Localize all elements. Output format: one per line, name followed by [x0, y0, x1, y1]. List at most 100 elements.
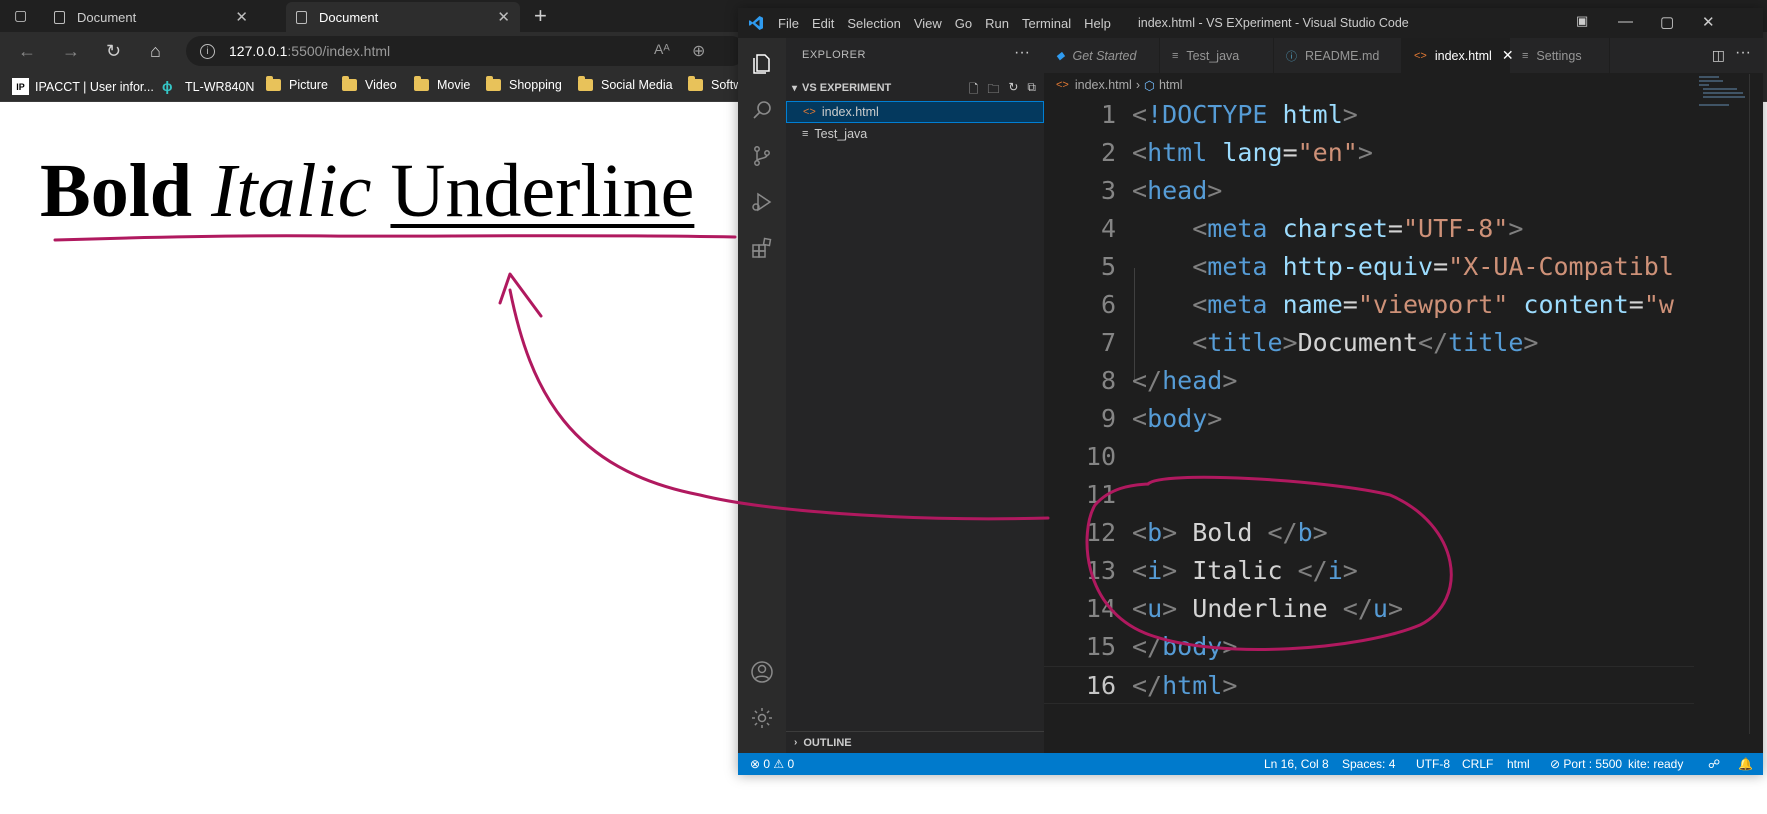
menu-run[interactable]: Run [985, 16, 1009, 31]
close-tab-icon[interactable]: ✕ [497, 8, 510, 26]
settings-gear-icon[interactable] [750, 706, 774, 730]
source-control-icon[interactable] [750, 144, 774, 168]
run-debug-icon[interactable] [750, 190, 774, 214]
split-editor-icon[interactable]: ◫ [1712, 47, 1725, 64]
plus-icon[interactable]: + [534, 3, 547, 29]
code-editor[interactable]: 1 <!DOCTYPE html> 2 <html lang="en"> 3 <hea… [1044, 96, 1694, 704]
menu-help[interactable]: Help [1084, 16, 1111, 31]
url-path: :5500/index.html [287, 43, 391, 59]
code-token: i [1327, 556, 1343, 585]
title-bar: File Edit Selection View Go Run Terminal… [738, 8, 1763, 38]
account-icon[interactable] [750, 660, 774, 684]
tab-readme[interactable]: ⓘ README.md [1274, 38, 1402, 73]
forward-icon[interactable]: → [62, 41, 80, 62]
browser-tab[interactable]: Document ✕ [44, 2, 258, 32]
code-token: charset [1282, 214, 1388, 243]
new-folder-icon[interactable]: 🗀 [987, 80, 999, 101]
bookmark-movie[interactable]: Movie [414, 76, 470, 92]
search-icon[interactable] [750, 98, 774, 122]
settings-list-icon: ≡ [1522, 49, 1529, 62]
extensions-icon[interactable] [750, 236, 774, 260]
tab-test-java[interactable]: ≡ Test_java [1160, 38, 1274, 73]
refresh-explorer-icon[interactable]: ↻ [1008, 80, 1018, 101]
chevron-down-icon: ▾ [792, 82, 798, 94]
breadcrumb-file[interactable]: index.html [1075, 78, 1132, 92]
explorer-icon[interactable] [750, 52, 774, 76]
folder-icon [266, 76, 281, 91]
bookmark-social-media[interactable]: Social Media [578, 76, 673, 92]
more-actions-icon[interactable]: ··· [1735, 44, 1751, 62]
outline-section[interactable]: › OUTLINE [786, 731, 1044, 753]
cursor-position[interactable]: Ln 16, Col 8 [1264, 757, 1329, 771]
tab-get-started[interactable]: ◆ Get Started [1044, 38, 1160, 73]
code-token: "viewport" [1357, 290, 1509, 319]
document-icon [54, 10, 65, 24]
bookmark-software[interactable]: Softw [688, 76, 742, 92]
tplink-logo: ϕ [162, 78, 173, 94]
code-token: html [1147, 138, 1208, 167]
menu-file[interactable]: File [778, 16, 799, 31]
eol-status[interactable]: CRLF [1462, 757, 1493, 771]
file-item-index-html[interactable]: <> index.html [786, 101, 1044, 123]
bookmark-video[interactable]: Video [342, 76, 397, 92]
back-icon[interactable]: ← [18, 41, 36, 62]
bookmark-ipacct[interactable]: IP IPACCT | User infor... [12, 78, 154, 95]
prohibit-icon: ⊘ [1550, 757, 1564, 771]
zoom-icon[interactable]: ⊕ [692, 41, 705, 61]
tab-index-html[interactable]: <> index.html ✕ [1402, 38, 1514, 73]
activity-bar [738, 38, 786, 753]
code-line: 10 [1044, 438, 1694, 476]
live-server-status[interactable]: ⊘ Port : 5500 [1550, 757, 1622, 771]
read-aloud-icon[interactable]: Aᴬ [654, 41, 670, 57]
maximize-icon[interactable]: ▢ [1660, 13, 1674, 31]
code-token: i [1147, 556, 1163, 585]
breadcrumb-element[interactable]: html [1159, 78, 1183, 92]
indentation-status[interactable]: Spaces: 4 [1342, 757, 1395, 771]
minimize-icon[interactable]: — [1618, 13, 1633, 30]
minimap[interactable] [1693, 74, 1749, 734]
bell-icon[interactable]: 🔔 [1738, 757, 1753, 771]
minimap-line [1699, 84, 1709, 86]
vertical-scrollbar[interactable] [1749, 74, 1763, 734]
line-number: 1 [1100, 100, 1116, 129]
new-file-icon[interactable]: 🗋 [969, 80, 979, 101]
line-number: 4 [1100, 214, 1116, 243]
menu-view[interactable]: View [914, 16, 942, 31]
browser-tab-active[interactable]: Document ✕ [286, 2, 520, 32]
menu-terminal[interactable]: Terminal [1022, 16, 1071, 31]
problems-status[interactable]: ⊗ 0 ⚠ 0 [750, 757, 794, 771]
code-token: body [1147, 404, 1208, 433]
encoding-status[interactable]: UTF-8 [1416, 757, 1450, 771]
tab-settings[interactable]: ≡ Settings [1510, 38, 1610, 73]
kite-status[interactable]: kite: ready [1628, 757, 1683, 771]
html-file-icon: <> [1414, 49, 1427, 62]
info-icon[interactable]: i [200, 43, 215, 59]
close-tab-icon[interactable]: ✕ [235, 8, 248, 26]
layout-icon[interactable]: ▣ [1576, 13, 1588, 29]
code-token: html [1282, 100, 1343, 129]
code-line: 9 <body> [1044, 400, 1694, 438]
feedback-icon[interactable]: ☍ [1708, 757, 1720, 771]
vscode-window: File Edit Selection View Go Run Terminal… [738, 8, 1763, 775]
line-number: 5 [1100, 252, 1116, 281]
close-window-icon[interactable]: ✕ [1702, 13, 1715, 31]
line-number: 15 [1085, 632, 1116, 661]
line-number: 9 [1100, 404, 1116, 433]
ipacct-logo: IP [12, 78, 29, 95]
menu-edit[interactable]: Edit [812, 16, 834, 31]
more-actions-icon[interactable]: ··· [1014, 44, 1030, 62]
collapse-all-icon[interactable]: ⧉ [1027, 80, 1036, 101]
home-icon[interactable]: ⌂ [150, 41, 161, 62]
tab-actions-icon[interactable]: ▢ [14, 7, 27, 24]
file-item-test-java[interactable]: ≡ Test_java [786, 123, 1044, 145]
folder-icon [486, 76, 501, 91]
bookmark-shopping[interactable]: Shopping [486, 76, 562, 92]
menu-go[interactable]: Go [955, 16, 972, 31]
refresh-icon[interactable]: ↻ [106, 41, 121, 62]
language-status[interactable]: html [1507, 757, 1530, 771]
bookmark-tplink[interactable]: ϕ TL-WR840N [162, 78, 254, 95]
bookmark-picture[interactable]: Picture [266, 76, 328, 92]
line-number: 10 [1085, 442, 1116, 471]
menu-selection[interactable]: Selection [847, 16, 900, 31]
code-token: u [1147, 594, 1163, 623]
